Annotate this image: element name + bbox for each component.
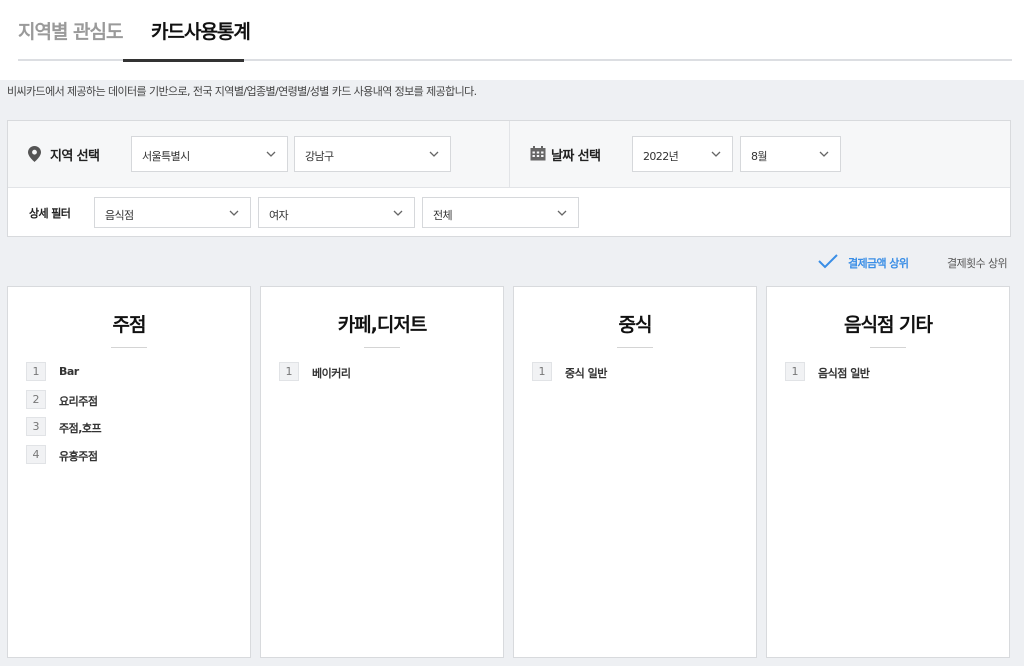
category-select-value: 음식점 xyxy=(105,209,134,222)
gender-select[interactable]: 여자 xyxy=(258,197,415,228)
rank-badge: 1 xyxy=(532,362,552,381)
card-title: 음식점 기타 xyxy=(843,314,933,336)
page-description: 비씨카드에서 제공하는 데이터를 기반으로, 전국 지역별/업종별/연령별/성별… xyxy=(7,85,477,98)
rank-badge: 4 xyxy=(26,444,46,464)
chevron-down-icon xyxy=(393,210,403,216)
sort-by-amount[interactable]: 결제금액 상위 xyxy=(818,254,909,271)
sort-by-count[interactable]: 결제횟수 상위 xyxy=(947,255,1008,271)
city-select[interactable]: 서울특별시 xyxy=(131,136,288,172)
date-select-label: 날짜 선택 xyxy=(551,149,601,164)
category-card-pub: 주점 1 Bar 2 요리주점 3 주점,호프 4 유흥주점 xyxy=(7,286,251,658)
item-name: 요리주점 xyxy=(59,394,98,408)
rank-badge: 1 xyxy=(26,362,46,381)
month-select[interactable]: 8월 xyxy=(740,136,841,172)
chevron-down-icon xyxy=(266,151,276,157)
filter-panel: 지역 선택 서울특별시 강남구 날짜 선택 2022년 8월 상세 필터 음식점… xyxy=(7,120,1011,237)
district-select[interactable]: 강남구 xyxy=(294,136,451,172)
check-icon xyxy=(818,254,838,269)
calendar-icon xyxy=(530,146,546,161)
sort-by-count-label: 결제횟수 상위 xyxy=(947,257,1008,270)
card-title-divider xyxy=(617,347,653,348)
sort-by-amount-label: 결제금액 상위 xyxy=(848,257,909,270)
location-pin-icon xyxy=(28,146,41,162)
card-title: 카페,디저트 xyxy=(337,314,428,336)
category-select[interactable]: 음식점 xyxy=(94,197,251,228)
filter-divider xyxy=(509,121,510,188)
age-select-value: 전체 xyxy=(433,209,453,222)
category-card-cafe: 카페,디저트 1 베이커리 xyxy=(260,286,504,658)
rank-badge: 3 xyxy=(26,417,46,436)
tab-bar: 지역별 관심도 카드사용통계 xyxy=(18,0,1012,61)
active-tab-indicator xyxy=(123,59,244,62)
category-card-chinese: 중식 1 중식 일반 xyxy=(513,286,757,658)
year-select-value: 2022년 xyxy=(643,150,679,163)
rank-badge: 1 xyxy=(785,362,805,381)
item-name: 유흥주점 xyxy=(59,449,98,463)
tab-card-usage[interactable]: 카드사용통계 xyxy=(151,17,251,44)
gender-select-value: 여자 xyxy=(269,209,289,222)
item-name: 중식 일반 xyxy=(565,367,607,380)
region-select-label: 지역 선택 xyxy=(50,149,100,164)
month-select-value: 8월 xyxy=(751,150,768,163)
filter-row-primary: 지역 선택 서울특별시 강남구 날짜 선택 2022년 8월 xyxy=(8,121,1010,188)
rank-badge: 2 xyxy=(26,389,46,409)
card-title: 주점 xyxy=(112,314,147,336)
item-name: Bar xyxy=(59,365,79,378)
card-title-divider xyxy=(111,347,147,348)
chevron-down-icon xyxy=(429,151,439,157)
age-select[interactable]: 전체 xyxy=(422,197,579,228)
tab-region-interest[interactable]: 지역별 관심도 xyxy=(18,17,123,44)
city-select-value: 서울특별시 xyxy=(142,150,190,163)
item-name: 베이커리 xyxy=(312,367,351,380)
rank-badge: 1 xyxy=(279,362,299,381)
card-title-divider xyxy=(364,347,400,348)
chevron-down-icon xyxy=(711,151,721,157)
item-name: 주점,호프 xyxy=(59,422,102,435)
chevron-down-icon xyxy=(557,210,567,216)
card-title: 중식 xyxy=(618,314,653,336)
district-select-value: 강남구 xyxy=(305,150,334,163)
chevron-down-icon xyxy=(819,151,829,157)
item-name: 음식점 일반 xyxy=(818,367,870,380)
detail-filter-label: 상세 필터 xyxy=(29,207,71,220)
card-title-divider xyxy=(870,347,906,348)
chevron-down-icon xyxy=(229,210,239,216)
year-select[interactable]: 2022년 xyxy=(632,136,733,172)
category-card-restaurant-etc: 음식점 기타 1 음식점 일반 xyxy=(766,286,1010,658)
top-bar: 지역별 관심도 카드사용통계 xyxy=(0,0,1024,80)
